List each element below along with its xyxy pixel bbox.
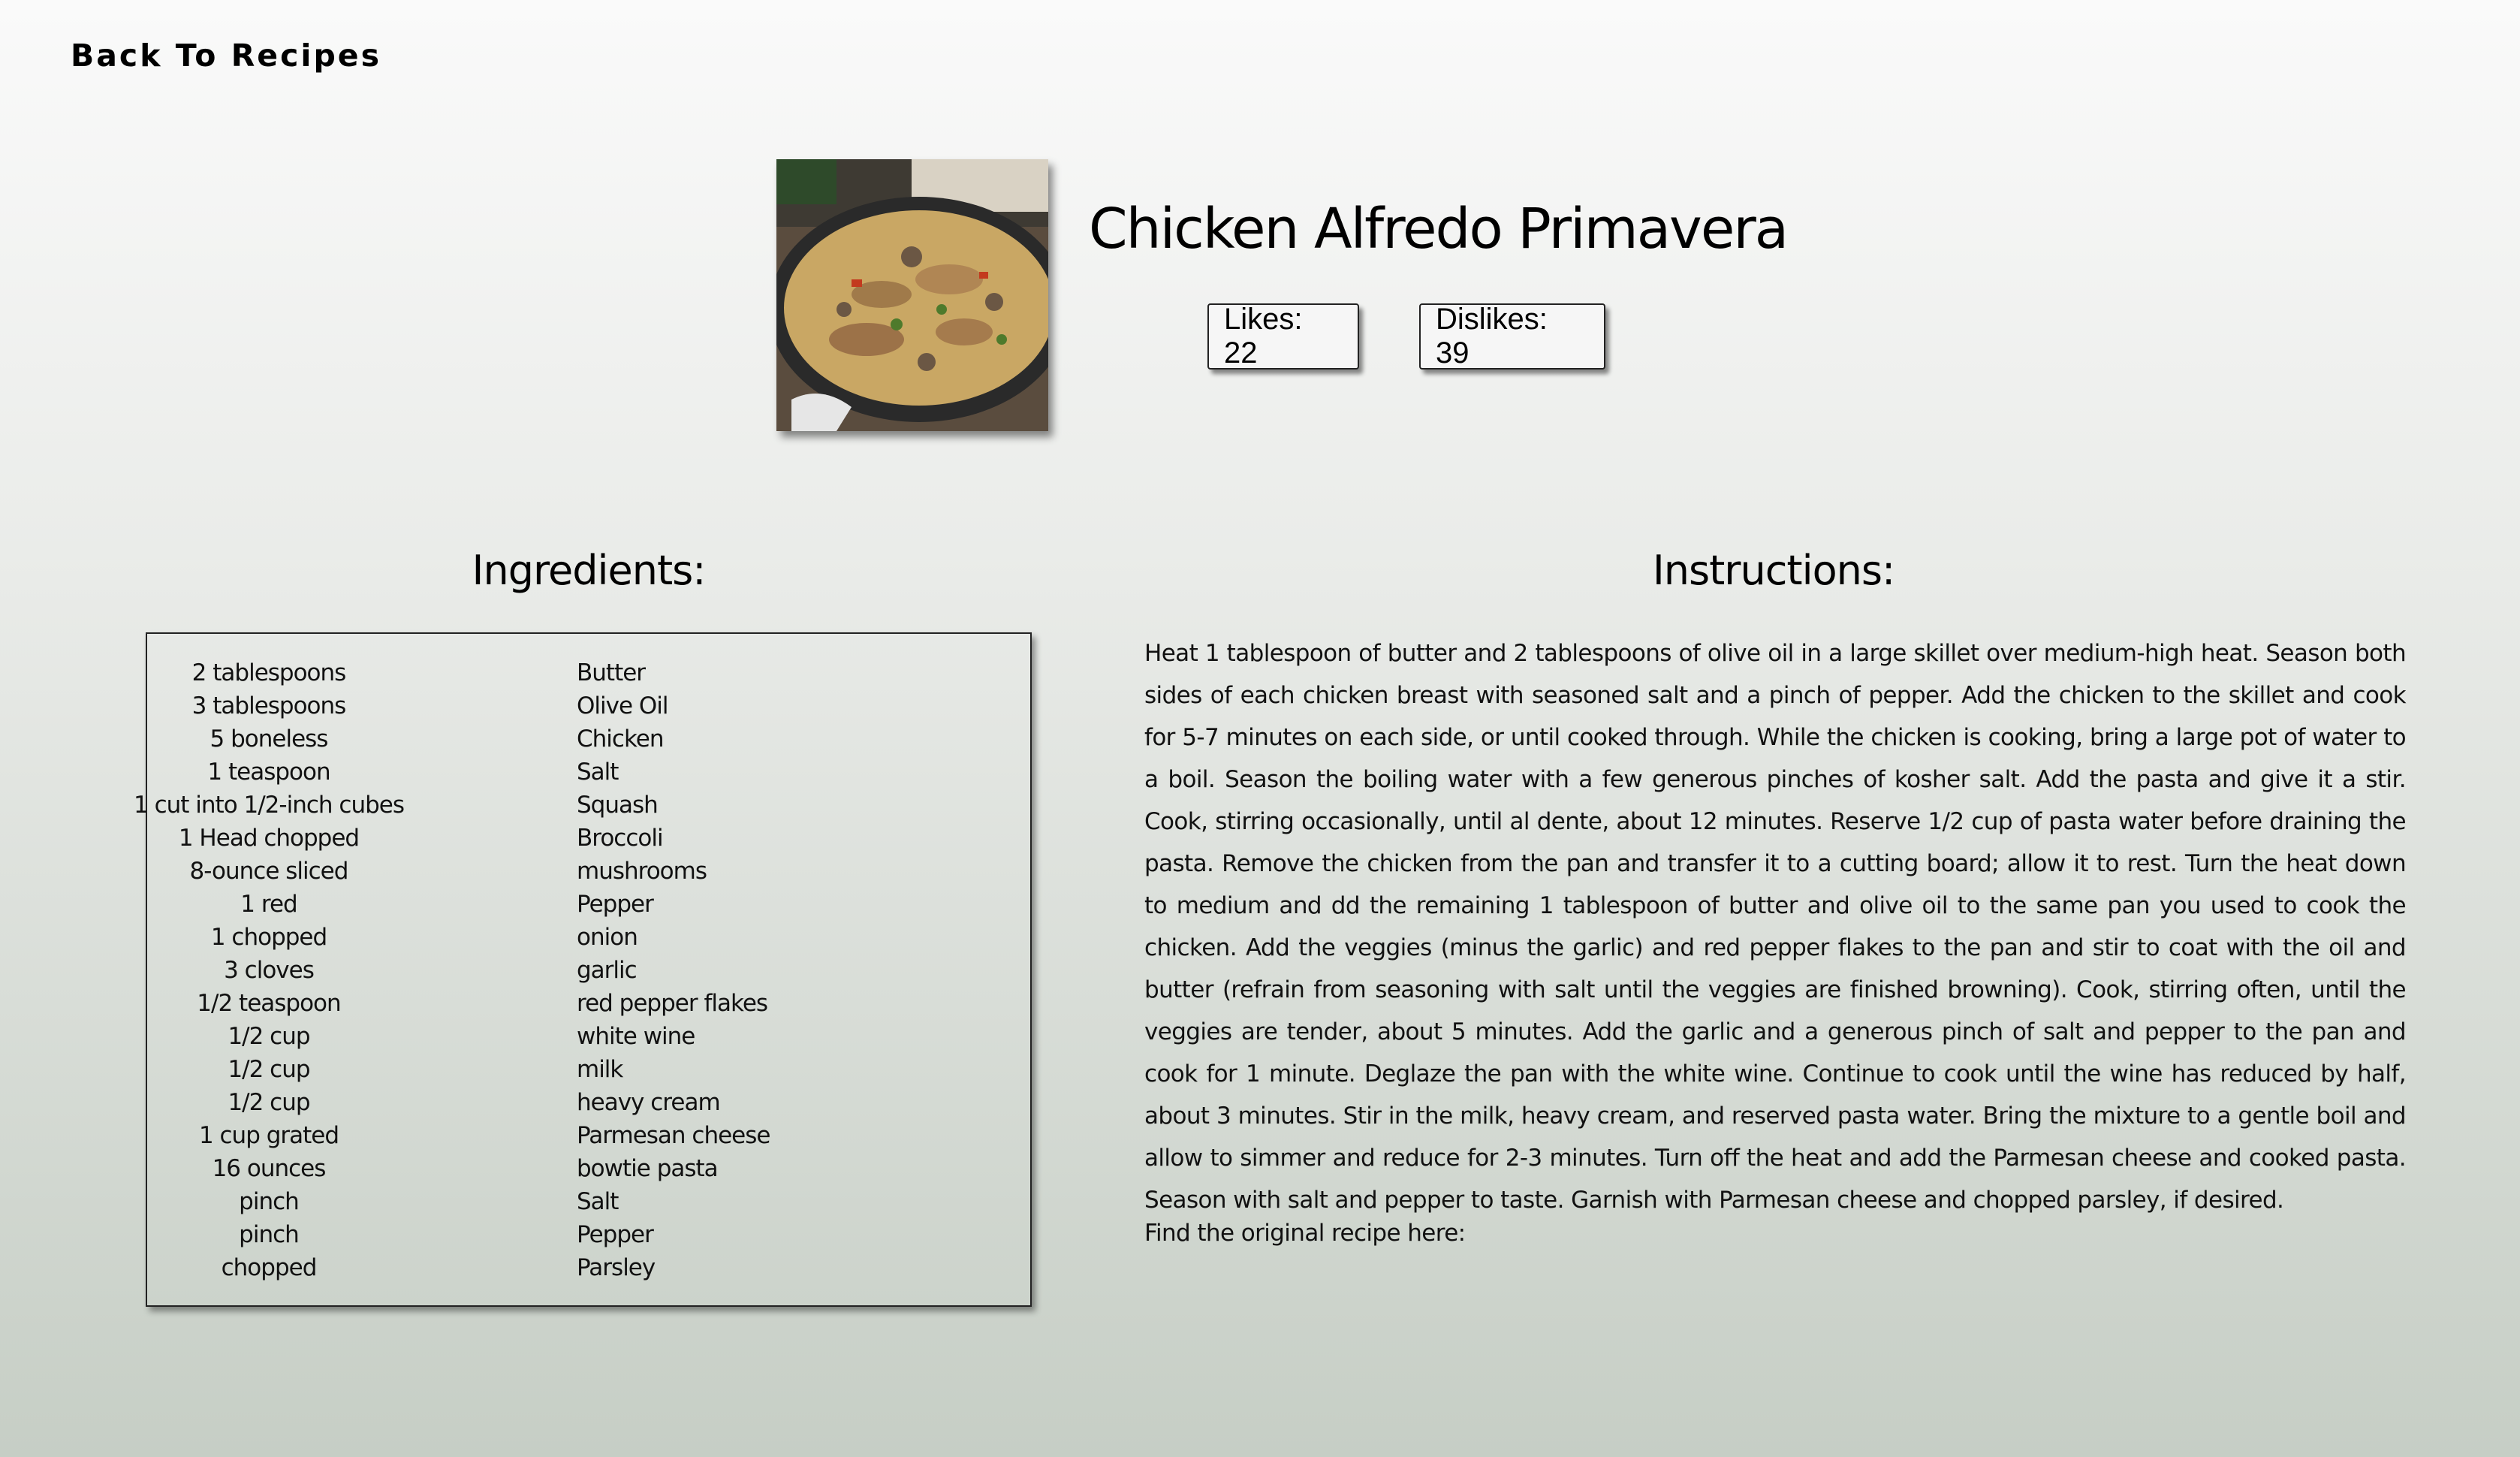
ingredient-row: pinch Pepper <box>147 1218 1030 1251</box>
ingredient-row: 1/2 cup white wine <box>147 1020 1030 1053</box>
ingredient-name: Pepper <box>577 891 654 918</box>
ingredient-quantity: 8-ounce sliced <box>189 858 349 885</box>
ingredient-quantity: 16 ounces <box>212 1155 327 1182</box>
ingredient-row: 3 cloves garlic <box>147 954 1030 987</box>
ingredient-quantity: 1 cut into 1/2-inch cubes <box>134 792 405 819</box>
instructions-text: Heat 1 tablespoon of butter and 2 tables… <box>1144 640 2407 1214</box>
ingredient-row: 2 tablespoons Butter <box>147 656 1030 689</box>
ingredient-row: 1 Head chopped Broccoli <box>147 822 1030 855</box>
ingredient-name: mushrooms <box>577 858 707 885</box>
ingredient-row: 1 teaspoon Salt <box>147 756 1030 789</box>
ingredient-quantity: 1/2 cup <box>228 1056 310 1083</box>
ingredient-name: Squash <box>577 792 659 819</box>
ingredient-row: 8-ounce sliced mushrooms <box>147 855 1030 888</box>
ingredient-name: heavy cream <box>577 1089 721 1116</box>
ingredient-name: Olive Oil <box>577 692 669 719</box>
ingredient-name: bowtie pasta <box>577 1155 719 1182</box>
ingredient-quantity: 5 boneless <box>209 725 329 753</box>
skillet-pasta-image <box>776 159 1048 431</box>
ingredient-quantity: 1/2 cup <box>228 1089 310 1116</box>
ingredient-row: 3 tablespoons Olive Oil <box>147 689 1030 722</box>
ingredient-name: Butter <box>577 659 646 686</box>
ingredient-quantity: 1/2 teaspoon <box>197 990 341 1017</box>
likes-button[interactable]: Likes: 22 <box>1207 303 1359 370</box>
ingredient-name: Parmesan cheese <box>577 1122 770 1149</box>
ingredient-name: Chicken <box>577 725 665 753</box>
ingredient-row: pinch Salt <box>147 1185 1030 1218</box>
ingredient-name: Pepper <box>577 1221 654 1248</box>
ingredient-quantity: 1 red <box>240 891 297 918</box>
ingredient-name: Salt <box>577 1188 619 1215</box>
ingredient-name: white wine <box>577 1023 695 1050</box>
ingredient-quantity: pinch <box>239 1221 300 1248</box>
ingredient-quantity: 1 chopped <box>210 924 327 951</box>
ingredient-name: Parsley <box>577 1254 656 1281</box>
ingredient-name: onion <box>577 924 638 951</box>
ingredient-row: 5 boneless Chicken <box>147 722 1030 756</box>
ingredient-name: Broccoli <box>577 825 664 852</box>
recipe-photo <box>776 159 1048 431</box>
ingredient-name: garlic <box>577 957 638 984</box>
ingredient-row: 1 red Pepper <box>147 888 1030 921</box>
ingredient-row: 1 chopped onion <box>147 921 1030 954</box>
ingredient-name: Salt <box>577 759 619 786</box>
ingredient-row: 1/2 cup heavy cream <box>147 1086 1030 1119</box>
ingredient-quantity: 1 Head chopped <box>178 825 360 852</box>
ingredient-name: milk <box>577 1056 623 1083</box>
back-to-recipes-link[interactable]: Back To Recipes <box>71 38 381 74</box>
ingredient-quantity: 1 teaspoon <box>207 759 330 786</box>
instructions-heading: Instructions: <box>1652 547 1895 594</box>
ingredient-quantity: 3 tablespoons <box>191 692 347 719</box>
ingredient-row: 1 cut into 1/2-inch cubes Squash <box>134 789 1030 822</box>
original-recipe-link[interactable]: Find the original recipe here: <box>1144 1220 1466 1247</box>
ingredient-quantity: pinch <box>239 1188 300 1215</box>
ingredient-row: 1/2 cup milk <box>147 1053 1030 1086</box>
ingredient-quantity: 1/2 cup <box>228 1023 310 1050</box>
ingredient-row: chopped Parsley <box>147 1251 1030 1284</box>
ingredient-quantity: 3 cloves <box>224 957 315 984</box>
ingredient-row: 1 cup grated Parmesan cheese <box>147 1119 1030 1152</box>
dislikes-button[interactable]: Dislikes: 39 <box>1419 303 1605 370</box>
ingredient-quantity: chopped <box>221 1254 318 1281</box>
ingredients-list: 2 tablespoons Butter 3 tablespoons Olive O… <box>134 632 1032 1307</box>
ingredients-heading: Ingredients: <box>472 547 707 594</box>
ingredient-row: 16 ounces bowtie pasta <box>147 1152 1030 1185</box>
recipe-title: Chicken Alfredo Primavera <box>1089 197 1789 261</box>
ingredient-name: red pepper flakes <box>577 990 768 1017</box>
ingredient-quantity: 1 cup grated <box>198 1122 339 1149</box>
ingredient-quantity: 2 tablespoons <box>191 659 347 686</box>
ingredient-row: 1/2 teaspoon red pepper flakes <box>147 987 1030 1020</box>
